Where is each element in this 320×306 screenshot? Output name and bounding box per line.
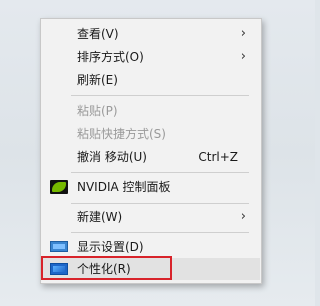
- menu-item-label: 刷新(E): [77, 73, 118, 87]
- menu-item-nvidia-control-panel[interactable]: NVIDIA 控制面板: [42, 176, 260, 198]
- menu-item-label: 新建(W): [77, 210, 123, 224]
- highlight-annotation-box: [41, 256, 172, 280]
- nvidia-icon: [50, 180, 68, 194]
- menu-item-refresh[interactable]: 刷新(E): [42, 69, 260, 91]
- menu-item-label: 显示设置(D): [77, 240, 144, 254]
- menu-item-label: 粘贴快捷方式(S): [77, 127, 166, 141]
- menu-item-label: 查看(V): [77, 27, 119, 41]
- menu-item-new[interactable]: 新建(W) ›: [42, 206, 260, 228]
- chevron-right-icon: ›: [240, 26, 246, 41]
- menu-item-undo-move[interactable]: 撤消 移动(U) Ctrl+Z: [42, 146, 260, 168]
- menu-item-label: 粘贴(P): [77, 104, 118, 118]
- menu-separator: [71, 232, 249, 233]
- chevron-right-icon: ›: [240, 209, 246, 224]
- menu-separator: [71, 95, 249, 96]
- menu-separator: [71, 172, 249, 173]
- menu-item-label: NVIDIA 控制面板: [77, 180, 171, 194]
- menu-item-display-settings[interactable]: 显示设置(D): [42, 236, 260, 258]
- menu-separator: [71, 203, 249, 204]
- chevron-right-icon: ›: [240, 49, 246, 64]
- shortcut-label: Ctrl+Z: [198, 150, 238, 164]
- display-settings-icon: [50, 241, 68, 252]
- menu-item-label: 撤消 移动(U): [77, 150, 147, 164]
- menu-item-view[interactable]: 查看(V) ›: [42, 23, 260, 45]
- menu-item-label: 排序方式(O): [77, 50, 144, 64]
- menu-item-sort-by[interactable]: 排序方式(O) ›: [42, 46, 260, 68]
- desktop-context-menu: 查看(V) › 排序方式(O) › 刷新(E) 粘贴(P) 粘贴快捷方式(S) …: [40, 18, 262, 284]
- menu-item-paste: 粘贴(P): [42, 100, 260, 122]
- menu-item-paste-shortcut: 粘贴快捷方式(S): [42, 123, 260, 145]
